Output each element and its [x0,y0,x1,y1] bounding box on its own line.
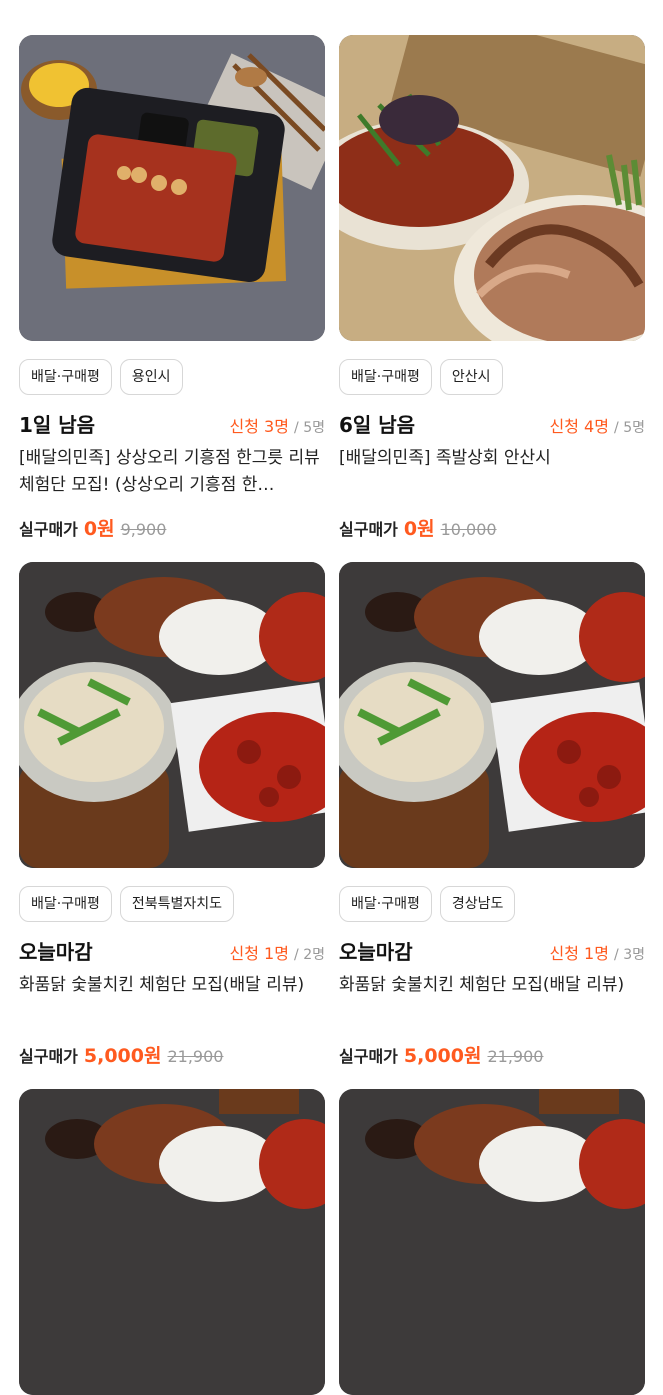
campaign-thumbnail[interactable] [339,1089,645,1395]
price-row: 실구매가 0원 9,900 [19,514,325,541]
price-label: 실구매가 [19,1047,78,1066]
price-row: 실구매가 0원 10,000 [339,514,645,541]
price-label: 실구매가 [19,520,78,539]
applicant-current: 신청 1명 [549,944,609,963]
applicant-current: 신청 3명 [229,417,289,436]
applicant-total: / 5명 [294,420,325,436]
applicant-count: 신청 3명 / 5명 [230,413,326,437]
deadline-label: 1일 남음 [19,413,96,437]
price-original: 10,000 [440,520,497,539]
tag-category: 배달·구매평 [339,886,432,922]
price-original: 9,900 [120,520,167,539]
campaign-card[interactable] [339,1089,645,1395]
campaign-thumbnail[interactable] [19,1089,325,1395]
campaign-grid: 배달·구매평 용인시 1일 남음 신청 3명 / 5명 [배달의민족] 상상오리… [0,0,663,1395]
deadline-label: 오늘마감 [339,940,413,964]
applicant-current: 신청 4명 [549,417,609,436]
campaign-card[interactable] [19,1089,325,1395]
tag-region: 경상남도 [439,886,516,922]
campaign-title[interactable]: [배달의민족] 족발상회 안산시 [339,445,645,501]
deadline-label: 6일 남음 [339,413,416,437]
tag-list: 배달·구매평 경상남도 [339,886,645,922]
price-label: 실구매가 [339,1047,398,1066]
campaign-card[interactable]: 배달·구매평 안산시 6일 남음 신청 4명 / 5명 [배달의민족] 족발상회… [339,35,645,541]
price-label: 실구매가 [339,520,398,539]
tag-region: 안산시 [439,359,503,395]
campaign-title[interactable]: 화품닭 숯불치킨 체험단 모집(배달 리뷰) [339,972,645,1028]
applicant-total: / 2명 [294,947,325,963]
tag-list: 배달·구매평 전북특별자치도 [19,886,325,922]
price-now: 0원 [403,518,435,540]
applicant-count: 신청 1명 / 2명 [230,940,326,964]
campaign-thumbnail[interactable] [339,35,645,341]
campaign-card[interactable]: 배달·구매평 용인시 1일 남음 신청 3명 / 5명 [배달의민족] 상상오리… [19,35,325,541]
applicant-count: 신청 4명 / 5명 [550,413,646,437]
price-now: 5,000원 [83,1045,162,1067]
tag-category: 배달·구매평 [339,359,432,395]
price-now: 5,000원 [403,1045,482,1067]
campaign-card[interactable]: 배달·구매평 전북특별자치도 오늘마감 신청 1명 / 2명 화품닭 숯불치킨 … [19,562,325,1068]
price-row: 실구매가 5,000원 21,900 [19,1041,325,1068]
applicant-total: / 5명 [614,420,645,436]
campaign-thumbnail[interactable] [19,562,325,868]
price-row: 실구매가 5,000원 21,900 [339,1041,645,1068]
tag-category: 배달·구매평 [19,359,112,395]
price-original: 21,900 [487,1047,544,1066]
campaign-card[interactable]: 배달·구매평 경상남도 오늘마감 신청 1명 / 3명 화품닭 숯불치킨 체험단… [339,562,645,1068]
price-original: 21,900 [167,1047,224,1066]
applicant-current: 신청 1명 [229,944,289,963]
tag-category: 배달·구매평 [19,886,112,922]
applicant-total: / 3명 [614,947,645,963]
tag-list: 배달·구매평 용인시 [19,359,325,395]
price-now: 0원 [83,518,115,540]
campaign-thumbnail[interactable] [339,562,645,868]
tag-list: 배달·구매평 안산시 [339,359,645,395]
campaign-thumbnail[interactable] [19,35,325,341]
deadline-label: 오늘마감 [19,940,93,964]
campaign-title[interactable]: [배달의민족] 상상오리 기흥점 한그릇 리뷰 체험단 모집! (상상오리 기흥… [19,445,325,501]
applicant-count: 신청 1명 / 3명 [550,940,646,964]
campaign-title[interactable]: 화품닭 숯불치킨 체험단 모집(배달 리뷰) [19,972,325,1028]
tag-region: 전북특별자치도 [119,886,235,922]
tag-region: 용인시 [119,359,183,395]
